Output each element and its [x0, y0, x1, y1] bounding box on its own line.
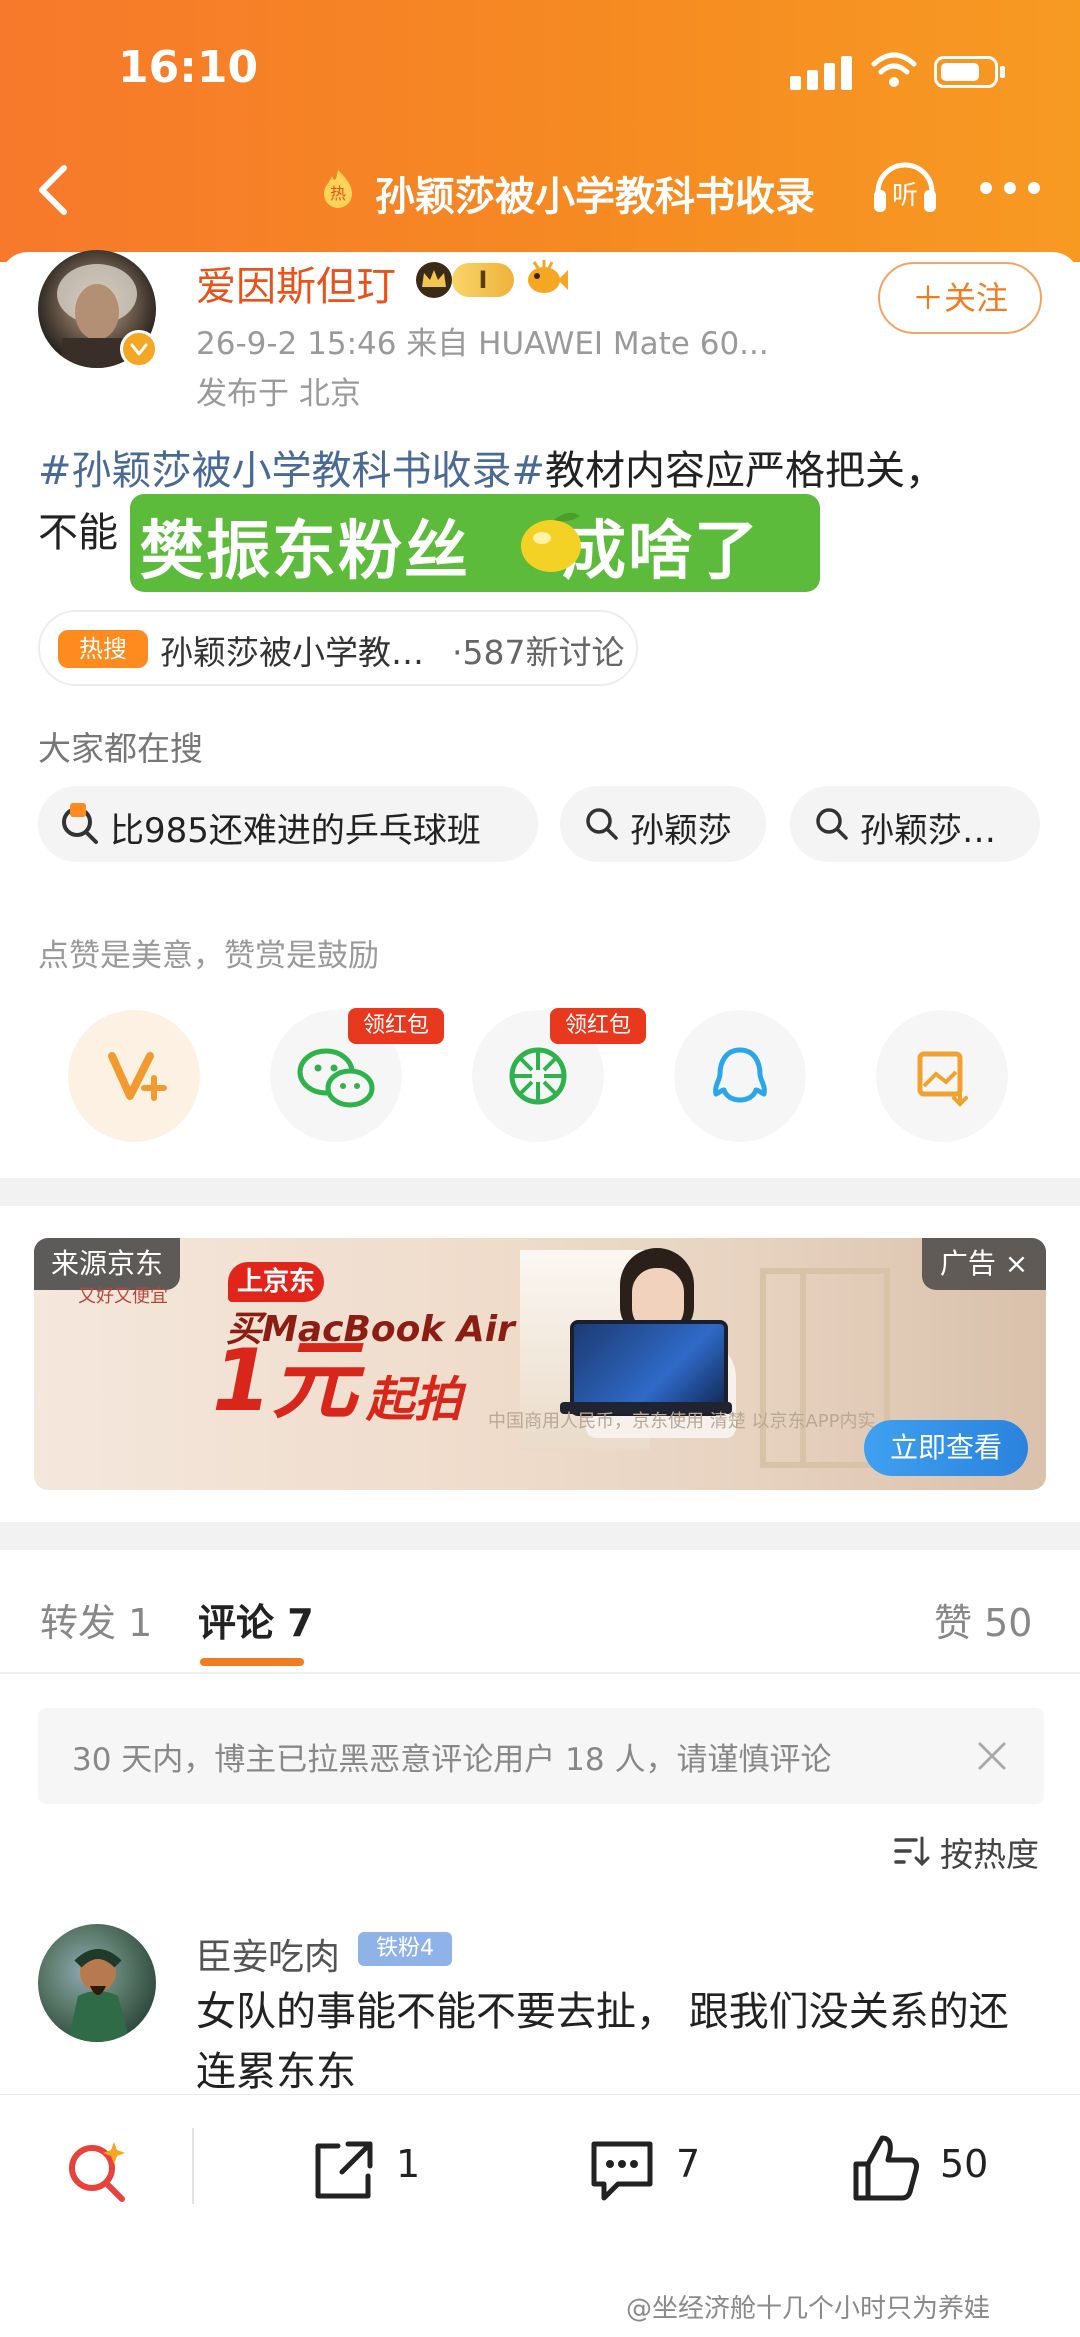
overlay-text-left: 樊振东粉丝 — [140, 515, 470, 589]
fan-badge: 铁粉4 — [358, 1932, 452, 1966]
post-text-line2: 不能 — [38, 510, 118, 556]
lemon-emoji-icon — [521, 512, 581, 572]
search-chip-1-label: 比985还难进的乒乓球班 — [110, 811, 481, 851]
share-qq-button[interactable] — [674, 1010, 806, 1142]
comment-icon[interactable] — [584, 2134, 660, 2210]
author-name[interactable]: 爱因斯但玎 — [196, 254, 396, 312]
ad-close-button[interactable]: 广告 × — [922, 1238, 1046, 1290]
tab-reposts[interactable]: 转发 1 — [40, 1592, 152, 1647]
v-plus-icon — [108, 1052, 167, 1101]
search-icon — [586, 808, 618, 840]
hot-search-badge: 热搜 — [58, 630, 148, 668]
follow-button[interactable]: ＋关注 — [878, 262, 1042, 334]
post-meta: 26-9-2 15:46 来自 HUAWEI Mate 60... — [196, 326, 769, 362]
tab-reposts-count: 1 — [128, 1601, 153, 1645]
section-divider — [0, 1178, 1080, 1206]
red-packet-tag: 领红包 — [348, 1008, 444, 1044]
level-badge: I — [452, 263, 514, 297]
post-location: 发布于 北京 — [196, 376, 361, 412]
battery-icon — [934, 56, 998, 88]
signal-icon — [790, 54, 852, 90]
tab-likes-label: 赞 — [934, 1601, 973, 1645]
svg-text:听: 听 — [892, 181, 918, 211]
tab-comments-label: 评论 — [198, 1601, 275, 1645]
like-prompt: 点赞是美意，赞赏是鼓励 — [38, 938, 379, 974]
close-icon[interactable] — [972, 1736, 1012, 1776]
bottom-bar-separator — [192, 2128, 194, 2204]
sort-by-hot-button[interactable]: 按热度 — [940, 1828, 1039, 1876]
search-chip-3-label: 孙颖莎… — [860, 811, 996, 851]
image-download-icon — [917, 1051, 968, 1107]
ad-price-suffix: 起拍 — [366, 1372, 463, 1428]
reward-button[interactable] — [68, 1010, 200, 1142]
ad-view-now-button[interactable]: 立即查看 — [864, 1420, 1028, 1476]
verified-badge-icon — [120, 330, 158, 368]
wifi-icon — [871, 52, 917, 87]
hot-search-glass-icon — [62, 803, 98, 844]
listen-button[interactable]: 听 — [870, 152, 940, 222]
tab-likes[interactable]: 赞 50 — [934, 1592, 1032, 1647]
comment-text: 女队的事能不能不要去扯， 跟我们没关系的还连累东东 — [196, 1989, 1009, 2095]
comment-author[interactable]: 臣妾吃肉 — [196, 1928, 340, 1980]
sort-icon — [894, 1836, 930, 1867]
like-count: 50 — [940, 2142, 989, 2186]
hot-search-count: ·587新讨论 — [452, 633, 625, 672]
ad-jd-logo: 上京东 — [228, 1262, 324, 1302]
ad-shelf-graphic — [800, 1268, 806, 1468]
search-sparkle-icon[interactable] — [62, 2136, 134, 2208]
watermark: @坐经济舱十几个小时只为养娃 — [626, 2294, 991, 2324]
ad-jd-subtext: 又好又便宜 — [78, 1286, 168, 1307]
top-header — [0, 0, 1080, 262]
search-chip-2-label: 孙颖莎 — [630, 811, 732, 851]
topic-hashtag-link[interactable]: #孙颖莎被小学教科书收录# — [38, 448, 545, 494]
thumbs-up-icon[interactable] — [848, 2130, 924, 2206]
save-image-button[interactable] — [876, 1010, 1008, 1142]
battery-tip — [1000, 66, 1005, 78]
overlay-text: 樊振东粉丝 成啥了 — [140, 500, 760, 592]
status-time: 16:10 — [118, 42, 259, 93]
hot-topic-icon: 热 — [324, 170, 352, 208]
active-tab-indicator — [200, 1658, 304, 1666]
qq-icon — [713, 1047, 767, 1103]
svg-text:热: 热 — [330, 184, 346, 203]
back-button[interactable] — [28, 160, 78, 220]
search-icon — [816, 808, 848, 840]
commenter-avatar[interactable] — [38, 1924, 156, 2042]
comment-notice-text: 30 天内，博主已拉黑恶意评论用户 18 人，请谨慎评论 — [72, 1742, 832, 1778]
repost-count: 1 — [396, 2142, 421, 2186]
tab-comments-count: 7 — [287, 1601, 314, 1645]
ad-disclaimer: 中国商用人民币，京东使用 清楚 以京东APP内实 — [488, 1411, 876, 1432]
hot-search-title[interactable]: 孙颖莎被小学教… — [160, 626, 424, 674]
tab-comments[interactable]: 评论 7 — [198, 1592, 314, 1647]
crown-icon — [416, 262, 452, 298]
tab-likes-count: 50 — [984, 1601, 1033, 1645]
ad-price: 1元 — [212, 1331, 358, 1431]
post-text-body: 教材内容应严格把关， — [545, 448, 946, 494]
fish-icon — [528, 260, 568, 293]
search-section-label: 大家都在搜 — [38, 729, 203, 768]
more-button[interactable] — [980, 176, 1042, 200]
topic-title[interactable]: 孙颖莎被小学教科书收录 — [375, 164, 815, 222]
repost-icon[interactable] — [308, 2134, 380, 2206]
section-divider — [0, 1522, 1080, 1550]
tab-divider — [0, 1672, 1080, 1674]
tab-reposts-label: 转发 — [40, 1601, 117, 1645]
red-packet-tag: 领红包 — [550, 1008, 646, 1044]
comment-count: 7 — [676, 2142, 701, 2186]
